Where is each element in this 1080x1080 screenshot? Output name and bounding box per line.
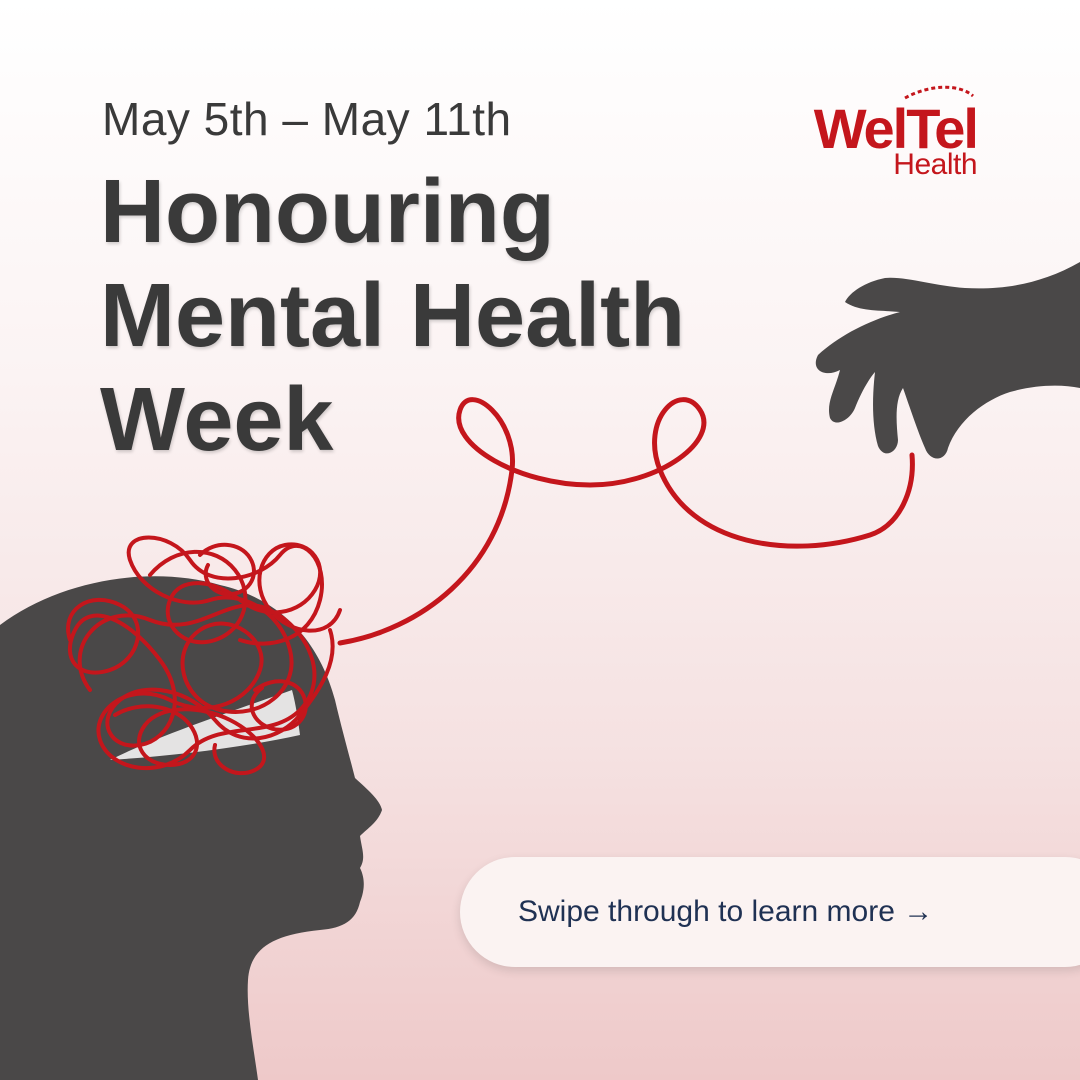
head-silhouette-icon [0,576,382,1080]
logo-subtitle: Health [893,148,977,181]
hand-silhouette-icon [815,262,1080,459]
swipe-cta-button[interactable]: Swipe through to learn more → [460,857,1080,967]
cta-label: Swipe through to learn more → [518,895,934,928]
headline-line-2: Mental Health [100,266,686,366]
page-title: Honouring Mental Health Week [100,160,685,472]
weltel-logo: WelTel Health [805,78,985,183]
headline-line-3: Week [100,370,334,470]
post-canvas: May 5th – May 11th Honouring Mental Heal… [0,0,1080,1080]
headline-line-1: Honouring [100,162,555,262]
date-range: May 5th – May 11th [102,93,512,145]
